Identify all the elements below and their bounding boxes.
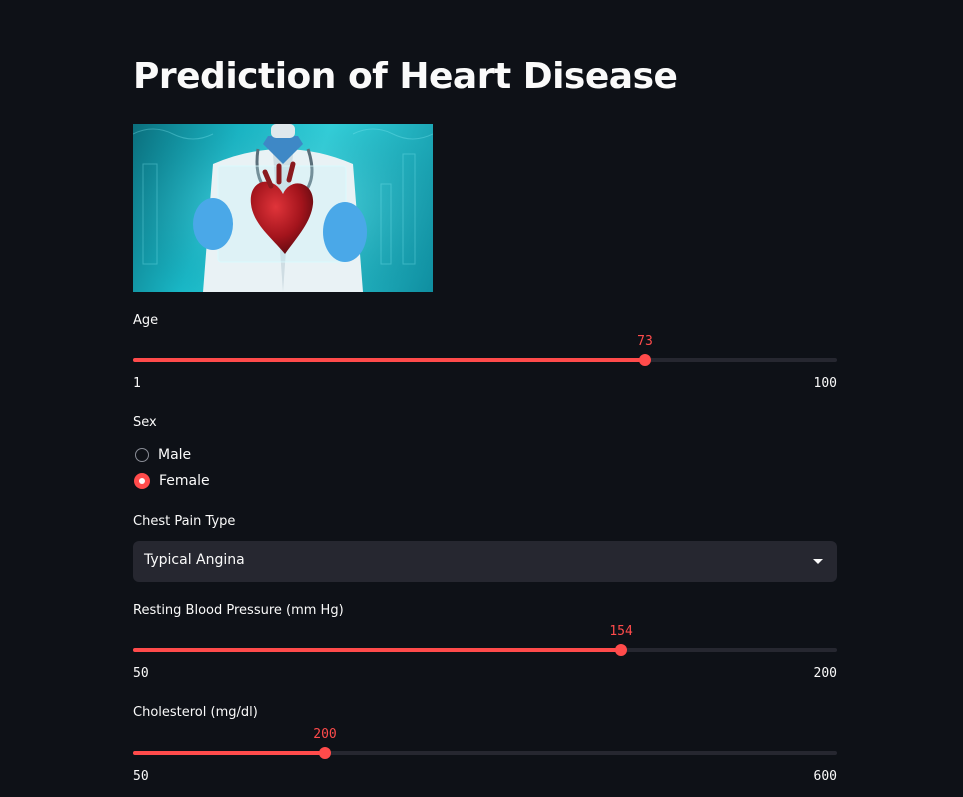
slider-fill xyxy=(133,751,325,755)
slider-min-label: 1 xyxy=(133,376,141,391)
chevron-down-icon[interactable] xyxy=(813,559,823,564)
sex-label: Sex xyxy=(133,415,157,430)
slider-thumb[interactable] xyxy=(615,644,628,656)
chest-pain-select[interactable]: Typical Angina xyxy=(133,541,837,582)
resting-bp-slider[interactable]: 154 50 200 xyxy=(133,624,837,692)
radio-checked-icon[interactable] xyxy=(134,473,150,489)
slider-min-label: 50 xyxy=(133,666,149,681)
cholesterol-label: Cholesterol (mg/dl) xyxy=(133,705,258,720)
heart-doctor-image xyxy=(133,124,433,292)
slider-fill xyxy=(133,648,622,652)
slider-thumb[interactable] xyxy=(319,747,331,759)
radio-unchecked-icon[interactable] xyxy=(135,448,149,462)
heart-doctor-illustration xyxy=(133,124,433,292)
page-title: Prediction of Heart Disease xyxy=(133,56,678,97)
resting-bp-label: Resting Blood Pressure (mm Hg) xyxy=(133,603,344,618)
radio-option-female[interactable]: Female xyxy=(133,471,210,491)
slider-max-label: 100 xyxy=(813,376,837,391)
slider-value: 73 xyxy=(637,334,653,349)
radio-label: Male xyxy=(158,447,192,463)
radio-label: Female xyxy=(159,473,210,489)
slider-thumb[interactable] xyxy=(639,354,651,366)
age-slider[interactable]: 73 1 100 xyxy=(133,334,837,402)
slider-value: 154 xyxy=(609,624,633,639)
radio-option-male[interactable]: Male xyxy=(133,445,191,465)
slider-min-label: 50 xyxy=(133,769,149,784)
slider-max-label: 200 xyxy=(813,666,837,681)
slider-value: 200 xyxy=(313,727,337,742)
slider-max-label: 600 xyxy=(813,769,837,784)
chest-pain-label: Chest Pain Type xyxy=(133,514,236,529)
age-label: Age xyxy=(133,313,159,328)
slider-fill xyxy=(133,358,645,362)
select-value: Typical Angina xyxy=(144,552,245,568)
cholesterol-slider[interactable]: 200 50 600 xyxy=(133,727,837,795)
